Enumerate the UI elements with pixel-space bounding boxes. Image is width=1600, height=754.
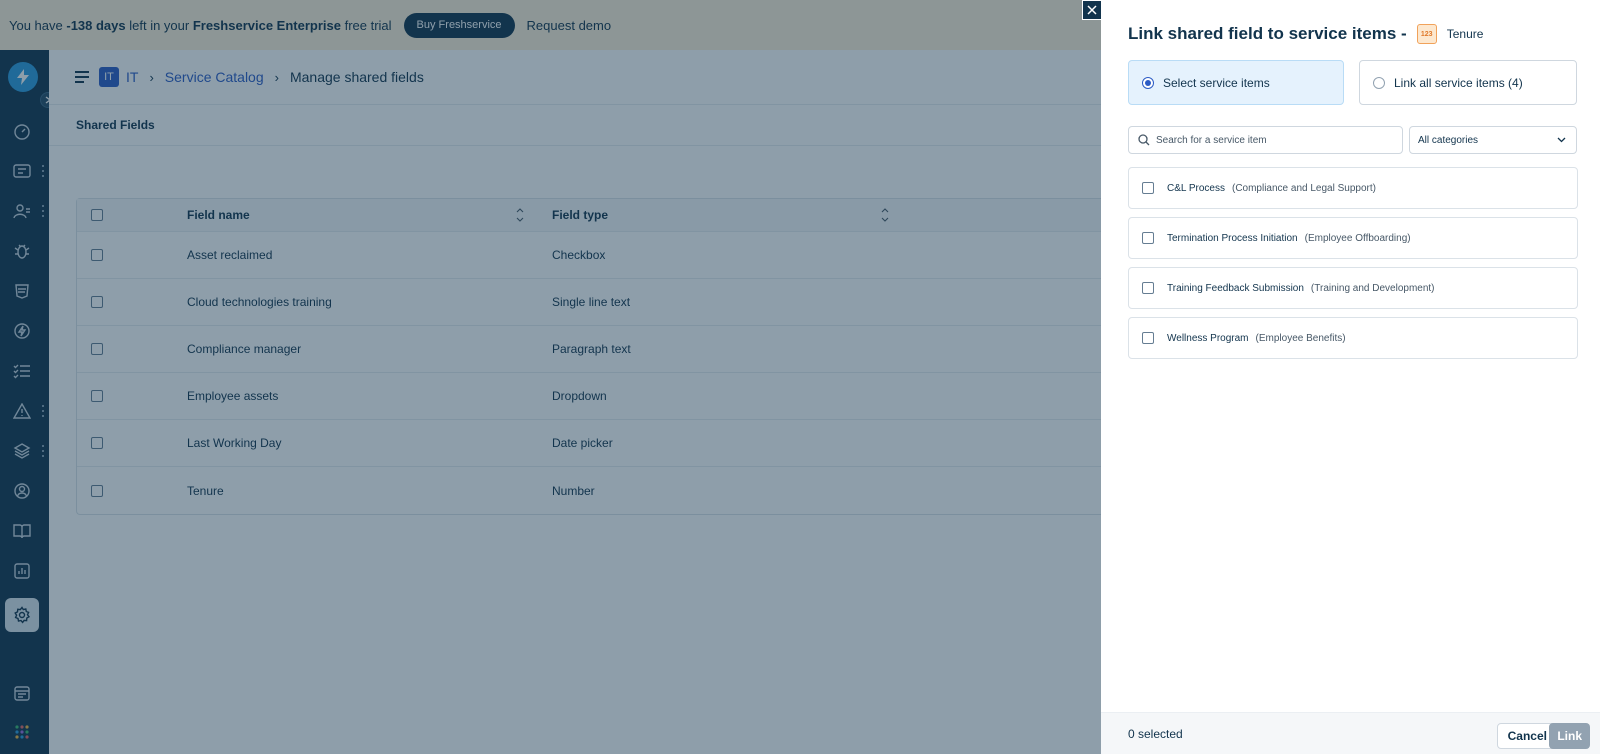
service-item-checkbox[interactable] <box>1142 232 1154 244</box>
service-item-category: (Employee Benefits) <box>1255 332 1346 344</box>
service-item[interactable]: Wellness Program (Employee Benefits) <box>1128 317 1578 359</box>
drawer-title: Link shared field to service items - 123… <box>1128 24 1483 44</box>
service-item-name: Wellness Program <box>1167 332 1249 344</box>
service-item-name: Termination Process Initiation <box>1167 232 1298 244</box>
number-field-icon: 123 <box>1416 24 1437 44</box>
search-input[interactable] <box>1156 134 1386 146</box>
category-dropdown[interactable]: All categories <box>1409 126 1577 154</box>
link-button[interactable]: Link <box>1549 723 1590 749</box>
link-shared-field-drawer: Link shared field to service items - 123… <box>1101 0 1600 754</box>
selected-count: 0 selected <box>1128 726 1183 741</box>
service-item-checkbox[interactable] <box>1142 332 1154 344</box>
radio-selected[interactable] <box>1142 76 1154 89</box>
radio-unselected[interactable] <box>1373 76 1385 89</box>
service-item[interactable]: C&L Process (Compliance and Legal Suppor… <box>1128 167 1578 209</box>
drawer-title-text: Link shared field to service items - <box>1128 24 1407 43</box>
option-all-label: Link all service items (4) <box>1394 75 1523 90</box>
service-item-checkbox[interactable] <box>1142 282 1154 294</box>
option-select-service-items[interactable]: Select service items <box>1128 60 1344 105</box>
chevron-down-icon <box>1557 137 1566 143</box>
service-item-search[interactable] <box>1128 126 1403 154</box>
service-item[interactable]: Training Feedback Submission (Training a… <box>1128 267 1578 309</box>
service-item-category: (Training and Development) <box>1310 282 1435 294</box>
service-item[interactable]: Termination Process Initiation (Employee… <box>1128 217 1578 259</box>
search-icon <box>1138 134 1150 146</box>
drawer-field-name: Tenure <box>1446 27 1484 41</box>
drawer-footer: 0 selected Cancel Link <box>1101 712 1600 754</box>
service-item-category: (Employee Offboarding) <box>1304 232 1411 244</box>
category-dropdown-value: All categories <box>1418 134 1479 146</box>
service-item-name: C&L Process <box>1167 182 1225 194</box>
option-select-label: Select service items <box>1163 75 1270 90</box>
service-item-checkbox[interactable] <box>1142 182 1154 194</box>
service-item-name: Training Feedback Submission <box>1167 282 1304 294</box>
modal-backdrop[interactable] <box>0 0 1101 754</box>
option-link-all-service-items[interactable]: Link all service items (4) <box>1359 60 1577 105</box>
close-drawer-icon[interactable] <box>1082 0 1102 20</box>
service-item-category: (Compliance and Legal Support) <box>1231 182 1376 194</box>
